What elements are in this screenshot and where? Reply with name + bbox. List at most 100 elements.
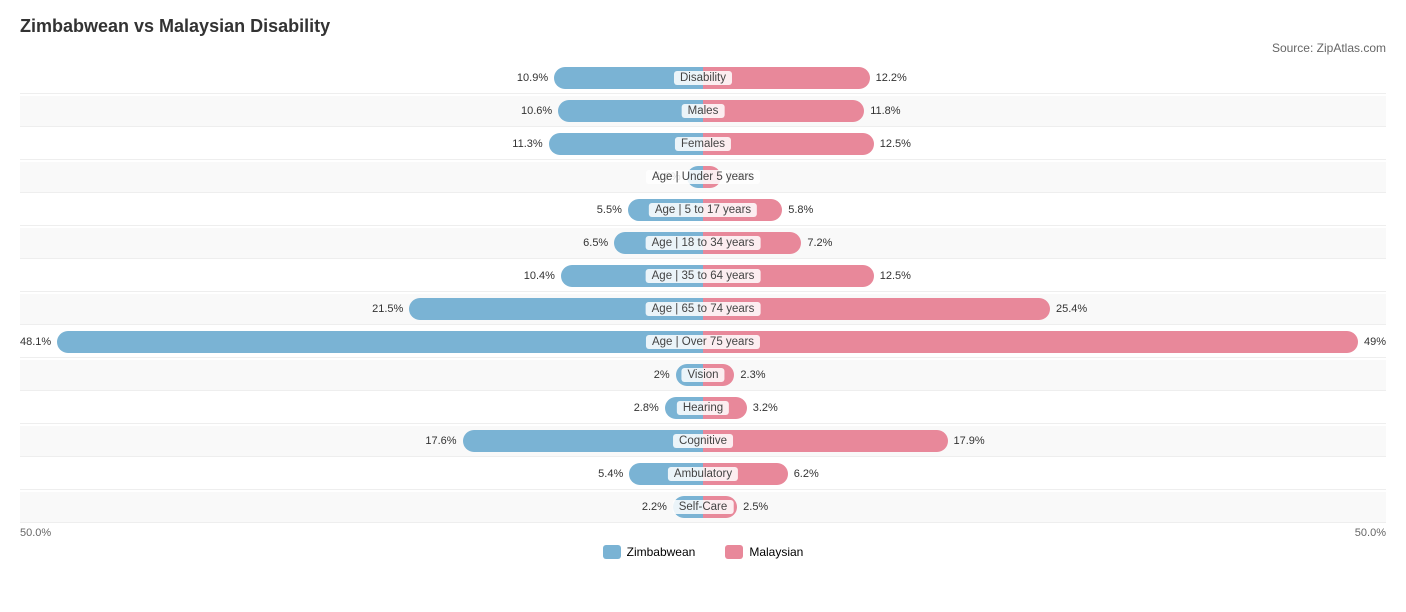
legend-label-zimbabwean: Zimbabwean: [627, 545, 696, 559]
right-side: 49%: [703, 329, 1386, 355]
bar-row: 1.2% 1.3% Age | Under 5 years: [20, 162, 1386, 193]
axis-left-label: 50.0%: [20, 527, 51, 539]
bar-val-right: 1.3%: [727, 171, 752, 183]
chart-area: 10.9% 12.2% Disability 10.6% 11.8%: [20, 63, 1386, 523]
blue-bar: [409, 298, 703, 320]
pink-bar: [703, 199, 782, 221]
legend-color-malaysian: [725, 545, 743, 559]
bar-row: 2% 2.3% Vision: [20, 360, 1386, 391]
bar-val-right: 49%: [1364, 336, 1386, 348]
bar-container: 6.5% 7.2% Age | 18 to 34 years: [20, 228, 1386, 258]
bar-row: 48.1% 49% Age | Over 75 years: [20, 327, 1386, 358]
bar-val-right: 12.2%: [876, 72, 907, 84]
pink-bar: [703, 298, 1050, 320]
right-side: 2.5%: [703, 494, 1386, 520]
axis-labels: 50.0% 50.0%: [20, 527, 1386, 539]
pink-bar: [703, 232, 801, 254]
left-side: 11.3%: [20, 131, 703, 157]
bar-row: 17.6% 17.9% Cognitive: [20, 426, 1386, 457]
bar-container: 2.8% 3.2% Hearing: [20, 393, 1386, 423]
blue-bar: [558, 100, 703, 122]
bar-val-left: 21.5%: [372, 303, 403, 315]
bar-val-right: 3.2%: [753, 402, 778, 414]
pink-bar: [703, 100, 864, 122]
bar-row: 21.5% 25.4% Age | 65 to 74 years: [20, 294, 1386, 325]
left-side: 10.9%: [20, 65, 703, 91]
pink-bar: [703, 364, 734, 386]
bar-val-right: 2.5%: [743, 501, 768, 513]
bar-container: 5.5% 5.8% Age | 5 to 17 years: [20, 195, 1386, 225]
pink-bar: [703, 496, 737, 518]
pink-bar: [703, 430, 948, 452]
bar-row: 10.9% 12.2% Disability: [20, 63, 1386, 94]
bar-val-right: 5.8%: [788, 204, 813, 216]
pink-bar: [703, 166, 721, 188]
bar-val-left: 10.6%: [521, 105, 552, 117]
blue-bar: [463, 430, 703, 452]
right-side: 12.5%: [703, 263, 1386, 289]
left-side: 17.6%: [20, 428, 703, 454]
pink-bar: [703, 67, 870, 89]
bar-val-right: 6.2%: [794, 468, 819, 480]
right-side: 11.8%: [703, 98, 1386, 124]
bar-container: 10.9% 12.2% Disability: [20, 63, 1386, 93]
bar-val-left: 5.5%: [597, 204, 622, 216]
left-side: 21.5%: [20, 296, 703, 322]
blue-bar: [549, 133, 703, 155]
left-side: 48.1%: [20, 329, 703, 355]
blue-bar: [561, 265, 703, 287]
right-side: 1.3%: [703, 164, 1386, 190]
blue-bar: [628, 199, 703, 221]
blue-bar: [676, 364, 703, 386]
blue-bar: [687, 166, 703, 188]
bar-val-left: 2.8%: [634, 402, 659, 414]
right-side: 6.2%: [703, 461, 1386, 487]
bar-row: 2.2% 2.5% Self-Care: [20, 492, 1386, 523]
bar-val-left: 1.2%: [656, 171, 681, 183]
bar-container: 5.4% 6.2% Ambulatory: [20, 459, 1386, 489]
bar-container: 10.4% 12.5% Age | 35 to 64 years: [20, 261, 1386, 291]
blue-bar: [554, 67, 703, 89]
right-side: 7.2%: [703, 230, 1386, 256]
bar-row: 10.6% 11.8% Males: [20, 96, 1386, 127]
blue-bar: [665, 397, 703, 419]
right-side: 5.8%: [703, 197, 1386, 223]
right-side: 25.4%: [703, 296, 1386, 322]
bar-container: 10.6% 11.8% Males: [20, 96, 1386, 126]
bar-val-right: 12.5%: [880, 270, 911, 282]
chart-title: Zimbabwean vs Malaysian Disability: [20, 16, 1386, 37]
bar-val-left: 11.3%: [512, 138, 542, 150]
legend: Zimbabwean Malaysian: [20, 545, 1386, 559]
bar-val-right: 25.4%: [1056, 303, 1087, 315]
bar-row: 11.3% 12.5% Females: [20, 129, 1386, 160]
blue-bar: [629, 463, 703, 485]
pink-bar: [703, 265, 874, 287]
left-side: 5.4%: [20, 461, 703, 487]
bar-row: 5.4% 6.2% Ambulatory: [20, 459, 1386, 490]
left-side: 6.5%: [20, 230, 703, 256]
pink-bar: [703, 397, 747, 419]
bar-val-left: 10.9%: [517, 72, 548, 84]
pink-bar: [703, 133, 874, 155]
bar-val-right: 2.3%: [740, 369, 765, 381]
bar-val-left: 6.5%: [583, 237, 608, 249]
right-side: 3.2%: [703, 395, 1386, 421]
left-side: 5.5%: [20, 197, 703, 223]
bar-container: 17.6% 17.9% Cognitive: [20, 426, 1386, 456]
right-side: 17.9%: [703, 428, 1386, 454]
bar-val-left: 2%: [654, 369, 670, 381]
left-side: 2.2%: [20, 494, 703, 520]
bar-container: 21.5% 25.4% Age | 65 to 74 years: [20, 294, 1386, 324]
bar-row: 10.4% 12.5% Age | 35 to 64 years: [20, 261, 1386, 292]
bar-row: 6.5% 7.2% Age | 18 to 34 years: [20, 228, 1386, 259]
blue-bar: [57, 331, 703, 353]
bar-container: 2.2% 2.5% Self-Care: [20, 492, 1386, 522]
bar-val-left: 48.1%: [20, 336, 51, 348]
bar-val-left: 2.2%: [642, 501, 667, 513]
bar-row: 5.5% 5.8% Age | 5 to 17 years: [20, 195, 1386, 226]
bar-container: 48.1% 49% Age | Over 75 years: [20, 327, 1386, 357]
right-side: 12.5%: [703, 131, 1386, 157]
bar-container: 11.3% 12.5% Females: [20, 129, 1386, 159]
source-label: Source: ZipAtlas.com: [20, 41, 1386, 55]
bar-val-right: 12.5%: [880, 138, 911, 150]
